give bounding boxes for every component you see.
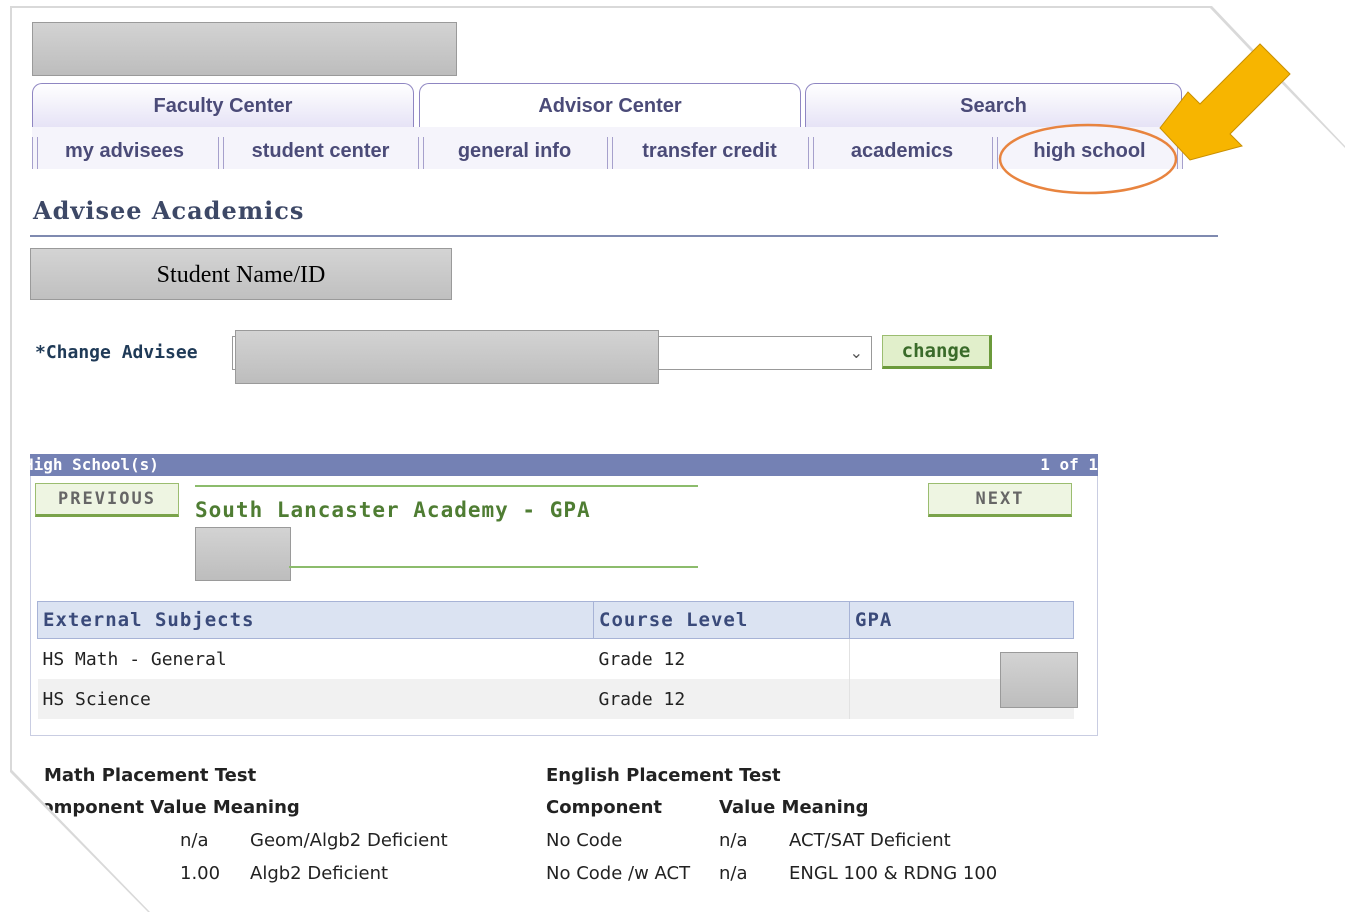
redacted-gpa-values [1000,652,1078,708]
column-header: GPA [849,601,1074,639]
title-divider [30,235,1218,237]
subtab-transfer-credit[interactable]: transfer credit [617,135,802,167]
english-col-component: Component [546,797,663,818]
high-school-header-title: High School(s) [24,455,159,474]
english-meaning: ENGL 100 & RDNG 100 [789,863,998,884]
english-test-title: English Placement Test [546,765,781,786]
subtab-student-center[interactable]: student center [228,135,413,167]
redacted-header [32,22,457,76]
subtab-separator [32,137,38,169]
level-cell: Grade 12 [593,679,850,719]
subtab-academics[interactable]: academics [818,135,986,167]
subtab-separator [808,137,814,169]
tab-advisor-center[interactable]: Advisor Center [419,83,801,127]
tab-search[interactable]: Search [805,83,1182,127]
redacted-gpa-box [195,527,291,581]
subtab-separator [218,137,224,169]
school-rule-bottom [289,566,698,568]
math-test-header: Component Value Meaning [28,797,300,818]
english-col-value-meaning: Value Meaning [719,797,869,818]
school-rule-top [195,485,698,487]
subtab-separator [607,137,613,169]
subtab-my-advisees[interactable]: my advisees [42,135,207,167]
column-header: External Subjects [37,601,594,639]
math-meaning: Algb2 Deficient [250,863,389,884]
record-counter: 1 of 1 [1040,455,1098,474]
table-row: HS Science Grade 12 [37,679,1074,719]
english-meaning: ACT/SAT Deficient [789,830,951,851]
student-name-id: Student Name/ID [30,248,452,300]
school-name: South Lancaster Academy - GPA [195,498,591,522]
redacted-advisee [235,330,659,384]
subject-cell: HS Math - General [37,638,594,679]
tab-faculty-center[interactable]: Faculty Center [32,83,414,127]
math-test-title: Math Placement Test [44,765,257,786]
level-cell: Grade 12 [593,638,850,679]
previous-button[interactable]: PREVIOUS [35,483,179,517]
arrow-pointer-icon [1159,43,1291,161]
external-subjects-table: External Subjects Course Level GPA HS Ma… [37,601,1074,719]
math-value: 1.00 [180,863,221,884]
english-component: No Code /w ACT [546,863,691,884]
column-header: Course Level [593,601,850,639]
page-title: Advisee Academics [33,196,305,225]
chevron-down-icon: ⌄ [849,345,863,362]
subtab-separator [418,137,424,169]
subtab-general-info[interactable]: general info [428,135,601,167]
math-meaning: Geom/Algb2 Deficient [250,830,448,851]
math-value: n/a [180,830,209,851]
english-value: n/a [719,863,748,884]
subject-cell: HS Science [37,679,594,719]
change-button[interactable]: change [882,335,992,369]
table-row: HS Math - General Grade 12 [37,638,1074,679]
next-button[interactable]: NEXT [928,483,1072,517]
change-advisee-label: *Change Advisee [35,342,198,363]
english-value: n/a [719,830,748,851]
english-component: No Code [546,830,623,851]
high-school-header: High School(s) 1 of 1 [24,454,1098,476]
